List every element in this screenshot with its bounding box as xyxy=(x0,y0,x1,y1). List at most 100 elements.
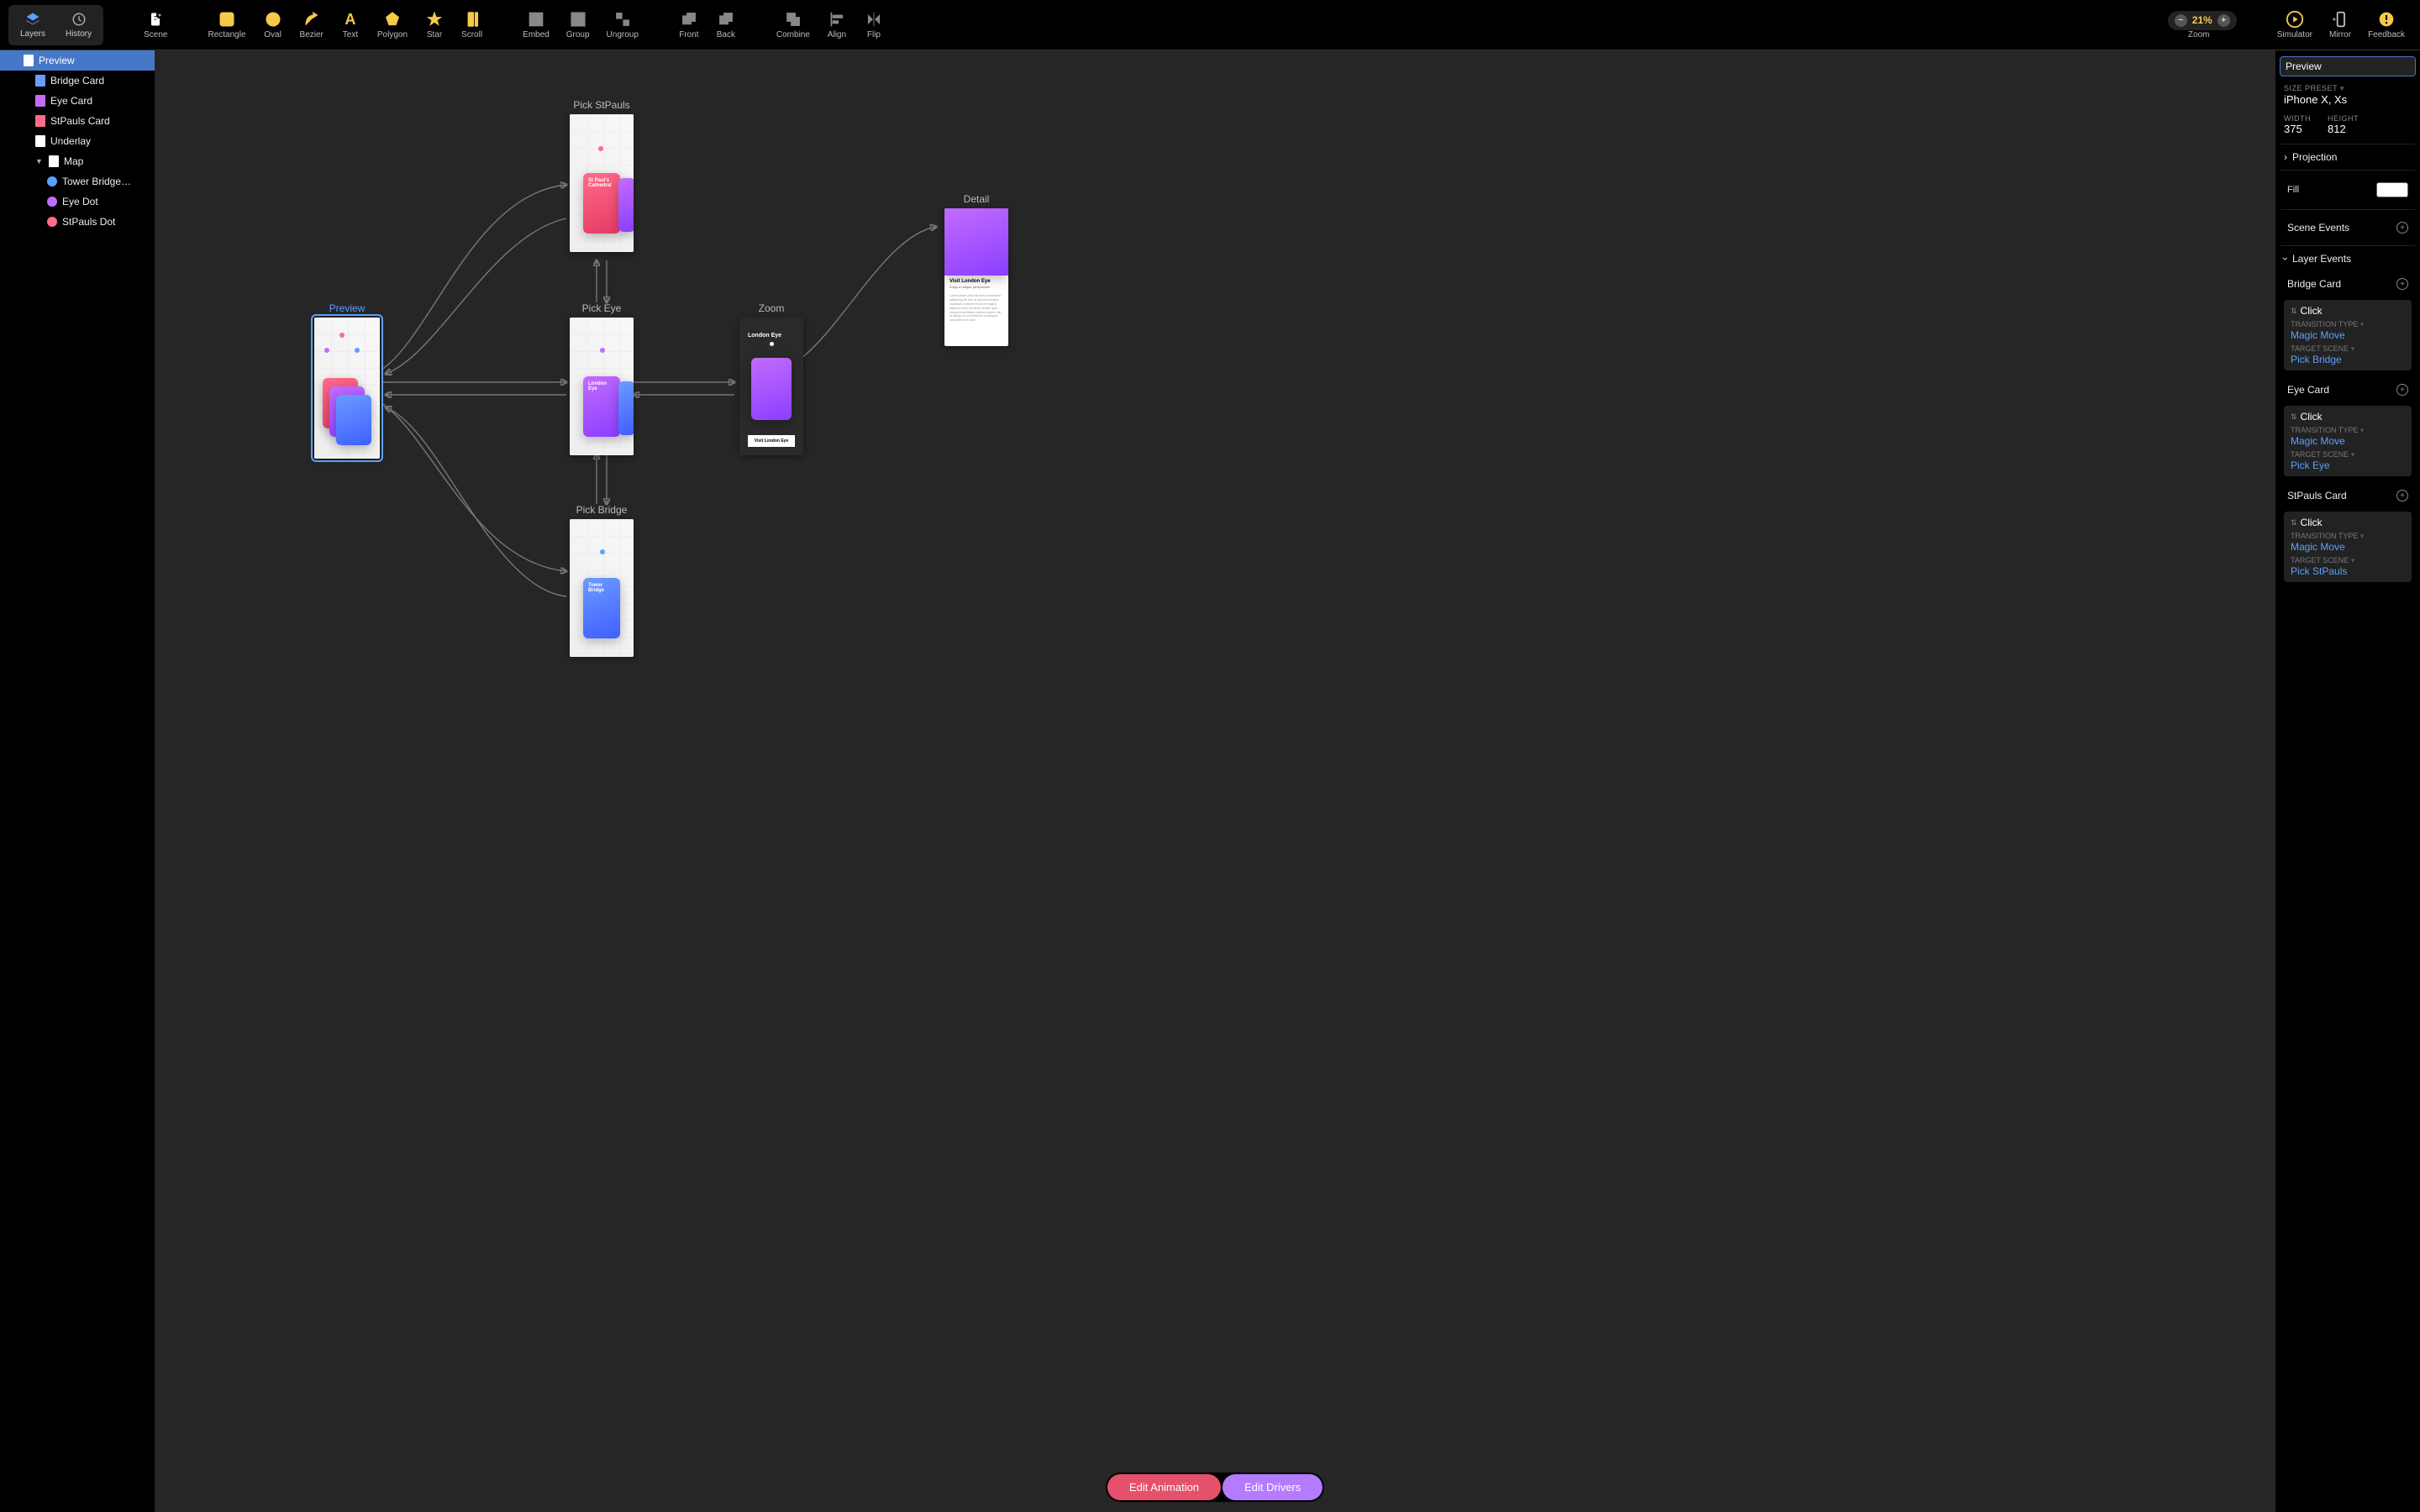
embed-button[interactable]: Embed xyxy=(516,7,556,43)
layer-name: Preview xyxy=(39,55,75,66)
layer-row[interactable]: StPauls Card xyxy=(0,111,155,131)
ungroup-button[interactable]: Ungroup xyxy=(600,7,645,43)
oval-button[interactable]: Oval xyxy=(256,7,290,43)
layers-panel: Preview Bridge Card Eye Card StPauls Card Un… xyxy=(0,50,155,1512)
transition-value[interactable]: Magic Move xyxy=(2291,541,2405,553)
canvas[interactable]: Preview ⚡ Pick StPauls St Paul's Cathedr… xyxy=(155,50,2275,1512)
layer-name: Eye Card xyxy=(50,95,92,107)
fill-swatch[interactable] xyxy=(2376,182,2408,197)
event-trigger: Click xyxy=(2301,411,2323,423)
caret-icon[interactable]: ▼ xyxy=(35,157,44,165)
layer-events-header[interactable]: ›Layer Events xyxy=(2284,253,2412,265)
scene-detail[interactable]: Detail Visit London Eye Enjoy a unique p… xyxy=(944,193,1008,346)
event-block[interactable]: ⇅ClickTRANSITION TYPE ▾Magic MoveTARGET … xyxy=(2284,406,2412,476)
layer-row[interactable]: ▼ Map xyxy=(0,151,155,171)
sort-icon: ⇅ xyxy=(2291,307,2297,316)
feedback-button[interactable]: Feedback xyxy=(2361,7,2412,43)
layer-row[interactable]: Underlay xyxy=(0,131,155,151)
star-button[interactable]: Star xyxy=(418,7,451,43)
mirror-button[interactable]: Mirror xyxy=(2323,7,2358,43)
history-icon xyxy=(71,12,87,29)
edit-animation-button[interactable]: Edit Animation xyxy=(1107,1474,1221,1500)
front-button[interactable]: Front xyxy=(672,7,706,43)
scene-label-preview: Preview xyxy=(314,302,380,314)
layer-name: Bridge Card xyxy=(50,75,104,87)
target-scene-value[interactable]: Pick Bridge xyxy=(2291,354,2405,365)
scroll-button[interactable]: Scroll xyxy=(455,7,489,43)
scene-button[interactable]: Scene xyxy=(137,7,174,43)
text-button[interactable]: AText xyxy=(334,7,367,43)
rectangle-button[interactable]: Rectangle xyxy=(202,7,253,43)
inspector-panel: SIZE PRESET ▾ iPhone X, Xs WIDTH 375 HEI… xyxy=(2275,50,2420,1512)
bezier-button[interactable]: Bezier xyxy=(293,7,330,43)
layers-tab[interactable]: Layers xyxy=(10,7,55,44)
align-button[interactable]: Align xyxy=(820,7,854,43)
polygon-button[interactable]: Polygon xyxy=(371,7,414,43)
scene-name-input[interactable] xyxy=(2281,57,2415,76)
edit-drivers-button[interactable]: Edit Drivers xyxy=(1223,1474,1323,1500)
layer-rect-icon xyxy=(35,135,45,147)
group-icon xyxy=(569,10,587,29)
simulator-button[interactable]: Simulator xyxy=(2270,7,2319,43)
event-block[interactable]: ⇅ClickTRANSITION TYPE ▾Magic MoveTARGET … xyxy=(2284,300,2412,370)
layer-row[interactable]: Eye Card xyxy=(0,91,155,111)
size-preset-value[interactable]: iPhone X, Xs xyxy=(2284,93,2412,106)
layer-name: Tower Bridge… xyxy=(62,176,131,187)
scene-label-zoom: Zoom xyxy=(739,302,803,314)
add-scene-event-button[interactable]: + xyxy=(2396,222,2408,234)
combine-icon xyxy=(784,10,802,29)
zoom-label: Zoom xyxy=(2188,30,2210,39)
scene-label-eye: Pick Eye xyxy=(570,302,634,314)
layer-name: Map xyxy=(64,155,83,167)
group-button[interactable]: Group xyxy=(560,7,597,43)
history-tab[interactable]: History xyxy=(55,7,102,44)
scene-pick-stpauls[interactable]: Pick StPauls St Paul's Cathedral xyxy=(570,99,634,252)
transition-value[interactable]: Magic Move xyxy=(2291,435,2405,447)
add-event-button[interactable]: + xyxy=(2396,278,2408,290)
footer-button-group: Edit Animation Edit Drivers xyxy=(1106,1473,1324,1502)
flip-button[interactable]: Flip xyxy=(857,7,891,43)
add-event-button[interactable]: + xyxy=(2396,384,2408,396)
layers-history-toggle: Layers History xyxy=(8,5,103,45)
layer-name: StPauls Card xyxy=(50,115,110,127)
scene-label-bridge: Pick Bridge xyxy=(570,504,634,516)
width-value[interactable]: 375 xyxy=(2284,123,2311,135)
layer-row[interactable]: Eye Dot xyxy=(0,192,155,212)
scene-pick-bridge[interactable]: Pick Bridge Tower Bridge xyxy=(570,504,634,657)
target-scene-value[interactable]: Pick StPauls xyxy=(2291,565,2405,577)
zoom-value: 21% xyxy=(2192,14,2212,26)
zoom-control: − 21% + xyxy=(2168,11,2237,30)
projection-row[interactable]: ›Projection xyxy=(2284,151,2412,163)
oval-icon xyxy=(264,10,282,29)
add-event-button[interactable]: + xyxy=(2396,490,2408,501)
height-value[interactable]: 812 xyxy=(2328,123,2359,135)
event-layer-name: StPauls Card xyxy=(2287,490,2347,501)
ungroup-icon xyxy=(613,10,632,29)
layer-row[interactable]: Preview xyxy=(0,50,155,71)
layer-row[interactable]: Bridge Card xyxy=(0,71,155,91)
layer-row[interactable]: StPauls Dot xyxy=(0,212,155,232)
zoom-in-button[interactable]: + xyxy=(2217,14,2230,27)
scene-icon xyxy=(146,10,165,29)
event-block[interactable]: ⇅ClickTRANSITION TYPE ▾Magic MoveTARGET … xyxy=(2284,512,2412,582)
layer-row[interactable]: Tower Bridge… xyxy=(0,171,155,192)
back-button[interactable]: Back xyxy=(709,7,743,43)
sort-icon: ⇅ xyxy=(2291,412,2297,422)
chevron-right-icon: › xyxy=(2284,151,2287,163)
text-icon: A xyxy=(341,10,360,29)
scene-pick-eye[interactable]: Pick Eye London Eye xyxy=(570,302,634,455)
layer-name: Underlay xyxy=(50,135,91,147)
event-layer-name: Eye Card xyxy=(2287,384,2329,396)
scene-zoom[interactable]: Zoom London Eye Visit London Eye xyxy=(739,302,803,455)
transition-value[interactable]: Magic Move xyxy=(2291,329,2405,341)
zoom-out-button[interactable]: − xyxy=(2175,14,2187,27)
layer-rect-icon xyxy=(24,55,34,66)
layer-rect-icon xyxy=(49,155,59,167)
target-scene-value[interactable]: Pick Eye xyxy=(2291,459,2405,471)
height-label: HEIGHT xyxy=(2328,114,2359,123)
scene-preview[interactable]: Preview ⚡ xyxy=(314,302,380,459)
combine-button[interactable]: Combine xyxy=(770,7,817,43)
layer-dot-icon xyxy=(47,197,57,207)
scene-events-header[interactable]: Scene Events xyxy=(2287,222,2349,234)
chevron-down-icon: › xyxy=(2280,257,2291,260)
